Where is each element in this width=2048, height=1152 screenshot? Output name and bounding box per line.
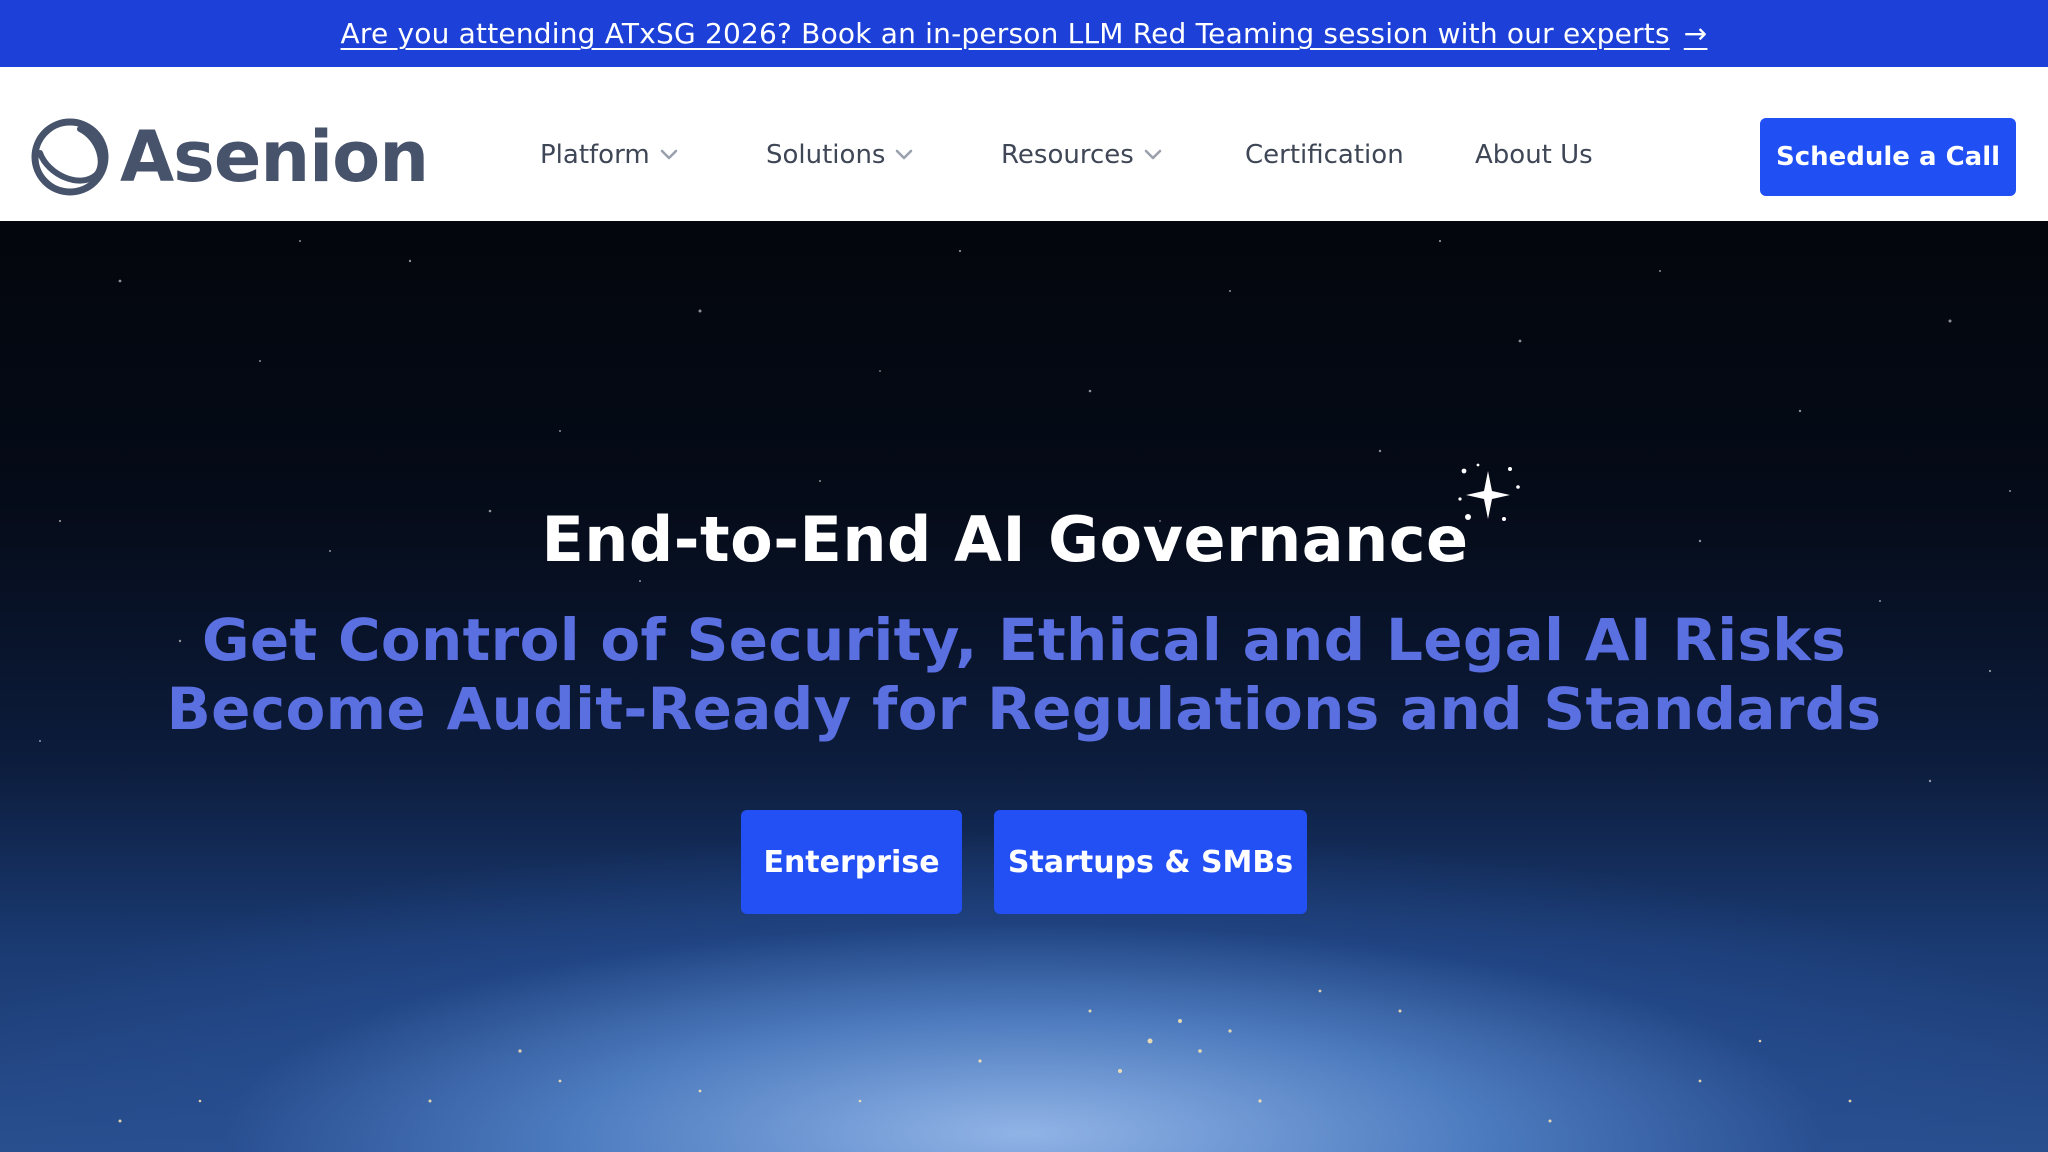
announcement-bar: Are you attending ATxSG 2026? Book an in… — [0, 0, 2048, 67]
schedule-call-button[interactable]: Schedule a Call — [1760, 118, 2016, 196]
arrow-right-icon: → — [1683, 17, 1708, 50]
logo-text: Asenion — [120, 116, 429, 198]
nav-item-label: About Us — [1475, 140, 1593, 170]
nav-item-resources[interactable]: Resources — [1001, 135, 1162, 175]
hero-title: End-to-End AI Governance — [541, 503, 1469, 576]
nav-item-platform[interactable]: Platform — [540, 135, 678, 175]
logo[interactable]: Asenion — [30, 115, 429, 199]
chevron-down-icon — [1144, 149, 1162, 161]
nav-item-solutions[interactable]: Solutions — [766, 135, 913, 175]
announcement-text: Are you attending ATxSG 2026? Book an in… — [340, 17, 1670, 50]
announcement-link[interactable]: Are you attending ATxSG 2026? Book an in… — [341, 17, 1708, 50]
startups-smbs-button[interactable]: Startups & SMBs — [994, 810, 1307, 914]
nav-item-label: Certification — [1245, 140, 1404, 170]
site-header: Asenion Platform Solutions Resources Cer… — [0, 67, 2048, 221]
nav-item-label: Platform — [540, 140, 650, 170]
nav-item-certification[interactable]: Certification — [1245, 135, 1404, 175]
nav-item-label: Resources — [1001, 140, 1134, 170]
nav-item-label: Solutions — [766, 140, 886, 170]
globe-ring-icon — [30, 115, 110, 199]
hero-subtitle-line-1: Get Control of Security, Ethical and Leg… — [201, 606, 1846, 674]
enterprise-button[interactable]: Enterprise — [741, 810, 962, 914]
hero-subtitle-line-2: Become Audit-Ready for Regulations and S… — [166, 675, 1882, 743]
chevron-down-icon — [660, 149, 678, 161]
nav-item-about-us[interactable]: About Us — [1475, 135, 1593, 175]
hero-section: End-to-End AI Governance Get Control of … — [0, 221, 2048, 1152]
chevron-down-icon — [895, 149, 913, 161]
